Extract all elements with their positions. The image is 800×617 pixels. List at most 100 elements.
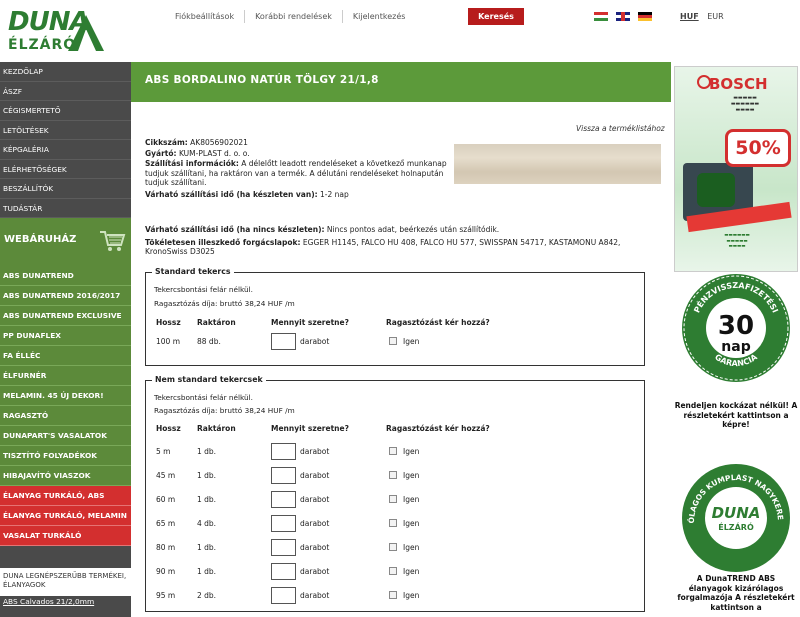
shop-item-dunaparts[interactable]: DUNAPART'S VASALATOK (0, 426, 131, 446)
col-qty: Mennyit szeretne? (271, 424, 349, 433)
sidebar-item-company[interactable]: CÉGISMERTETŐ (0, 101, 131, 121)
shop-item-fa-ellec[interactable]: FA ÉLLÉC (0, 346, 131, 366)
shop-item-turkalo-melamin[interactable]: ÉLANYAG TURKÁLÓ, MELAMIN (0, 506, 131, 526)
sidebar-item-knowledge[interactable]: TUDÁSTÁR (0, 199, 131, 218)
flag-germany-icon[interactable] (638, 12, 652, 21)
nav-account-settings[interactable]: Fiókbeállítások (165, 10, 246, 23)
shop-item-turkalo-vasalat[interactable]: VASALAT TURKÁLÓ (0, 526, 131, 546)
nav-logout[interactable]: Kijelentkezés (343, 10, 416, 23)
bosch-promo-banner[interactable]: BOSCH ▬▬▬▬▬ ▬▬▬▬▬▬ ▬▬▬▬ 50% ▬▬▬▬▬▬ ▬▬▬▬▬ ▬▬▬… (674, 66, 798, 272)
shop-item-ragaszto[interactable]: RAGASZTÓ (0, 406, 131, 426)
shipping-label: Szállítási információk: (145, 159, 239, 169)
glue-checkbox[interactable] (389, 543, 397, 551)
flag-hungary-icon[interactable] (594, 12, 608, 21)
chips-label: Tökéletesen illeszkedő forgácslapok: (145, 237, 301, 247)
row-unit: darabot (300, 495, 330, 504)
shop-item-tisztito[interactable]: TISZTÍTÓ FOLYADÉKOK (0, 446, 131, 466)
sidebar-item-suppliers[interactable]: BESZÁLLÍTÓK (0, 179, 131, 199)
ship-no-stock-label: Várható szállítási idő (ha nincs készlet… (145, 225, 325, 234)
shop-item-abs-dunatrend[interactable]: ABS DUNATREND (0, 266, 131, 286)
account-nav: Fiókbeállítások Korábbi rendelések Kijel… (165, 10, 415, 23)
row-stock: 1 db. (197, 447, 217, 456)
row-length: 80 m (156, 543, 176, 552)
currency-switcher: HUF EUR (680, 12, 724, 21)
row-stock: 88 db. (197, 337, 221, 346)
sidebar-item-terms[interactable]: ÁSZF (0, 82, 131, 101)
bosch-brand: BOSCH (709, 75, 768, 93)
quantity-input[interactable] (271, 515, 296, 532)
quantity-input[interactable] (271, 563, 296, 580)
sidebar-item-home[interactable]: KEZDŐLAP (0, 62, 131, 82)
glue-checkbox[interactable] (389, 495, 397, 503)
product-sample-image (454, 144, 661, 184)
standard-note-2: Ragasztózás díja: bruttó 38,24 HUF /m (154, 299, 295, 308)
sidebar: KEZDŐLAP ÁSZF CÉGISMERTETŐ LETÖLTÉSEK KÉ… (0, 62, 131, 617)
shop-item-elfurner[interactable]: ÉLFURNÉR (0, 366, 131, 386)
row-length: 95 m (156, 591, 176, 600)
search-button[interactable]: Keresés (468, 8, 524, 25)
product-info-extra: Várható szállítási idő (ha nincs készlet… (145, 225, 660, 257)
nonstandard-note-1: Tekercsbontási felár nélkül. (154, 393, 254, 402)
standard-note-1: Tekercsbontási felár nélkül. (154, 285, 254, 294)
sidebar-item-gallery[interactable]: KÉPGALÉRIA (0, 140, 131, 160)
back-to-list-link[interactable]: Vissza a terméklistához (576, 124, 665, 133)
shop-item-viaszok[interactable]: HIBAJAVÍTÓ VIASZOK (0, 466, 131, 486)
quantity-input[interactable] (271, 333, 296, 350)
badge1-center: 30 (718, 311, 754, 341)
glue-checkbox[interactable] (389, 591, 397, 599)
badge1-caption[interactable]: Rendeljen kockázat nélkül! A részletekér… (674, 401, 798, 430)
language-switcher (594, 12, 652, 21)
flag-uk-icon[interactable] (616, 12, 630, 21)
sidebar-item-downloads[interactable]: LETÖLTÉSEK (0, 121, 131, 140)
currency-eur[interactable]: EUR (707, 12, 723, 21)
glue-label: Igen (403, 543, 420, 552)
glue-checkbox[interactable] (389, 447, 397, 455)
standard-roll-section: Standard tekercs Tekercsbontási felár né… (145, 267, 645, 366)
row-stock: 1 db. (197, 543, 217, 552)
glue-checkbox[interactable] (389, 471, 397, 479)
col-stock: Raktáron (197, 424, 236, 433)
right-sidebar: BOSCH ▬▬▬▬▬ ▬▬▬▬▬▬ ▬▬▬▬ 50% ▬▬▬▬▬▬ ▬▬▬▬▬ ▬▬▬… (672, 62, 800, 617)
sidebar-item-contact[interactable]: ELÉRHETŐSÉGEK (0, 160, 131, 179)
ship-no-stock-value: Nincs pontos adat, beérkezés után szállí… (326, 225, 500, 234)
logo-swoosh-icon (68, 15, 104, 51)
glue-label: Igen (403, 471, 420, 480)
glue-checkbox[interactable] (389, 567, 397, 575)
product-info: Cikkszám: AK8056902021 Gyártó: KUM-PLAST… (145, 138, 450, 201)
standard-roll-legend: Standard tekercs (152, 267, 234, 276)
quantity-input[interactable] (271, 587, 296, 604)
nonstandard-roll-section: Nem standard tekercsek Tekercsbontási fe… (145, 375, 645, 612)
row-stock: 1 db. (197, 495, 217, 504)
sku-value: AK8056902021 (190, 138, 248, 147)
exclusive-distributor-icon[interactable]: KIZÁRÓLAGOS KUMPLAST NAGYKERESKEDŐ DUNA … (680, 462, 792, 574)
quantity-input[interactable] (271, 539, 296, 556)
popular-item[interactable]: ABS Calvados 21/2,0mm (0, 596, 131, 608)
row-stock: 1 db. (197, 567, 217, 576)
maker-label: Gyártó: (145, 148, 177, 158)
shop-item-abs-dunatrend-2016[interactable]: ABS DUNATREND 2016/2017 (0, 286, 131, 306)
logo[interactable]: DUNA ÉLZÁRÓ (6, 7, 106, 57)
shop-item-pp-dunaflex[interactable]: PP DUNAFLEX (0, 326, 131, 346)
badge2-center-top: DUNA (712, 504, 761, 522)
quantity-input[interactable] (271, 467, 296, 484)
sku-label: Cikkszám: (145, 138, 188, 147)
nav-previous-orders[interactable]: Korábbi rendelések (245, 10, 343, 23)
quantity-input[interactable] (271, 491, 296, 508)
webshop-header[interactable]: WEBÁRUHÁZ (0, 218, 131, 266)
nonstandard-note-2: Ragasztózás díja: bruttó 38,24 HUF /m (154, 406, 295, 415)
ship-in-stock-value: 1-2 nap (320, 189, 349, 199)
glue-checkbox[interactable] (389, 519, 397, 527)
ship-in-stock-label: Várható szállítási idő (ha készleten van… (145, 189, 318, 199)
currency-huf[interactable]: HUF (680, 12, 699, 21)
shop-item-abs-exclusive[interactable]: ABS DUNATREND EXCLUSIVE (0, 306, 131, 326)
maker-value: KUM-PLAST d. o. o. (178, 148, 250, 158)
money-back-guarantee-icon[interactable]: PÉNZVISSZAFIZETÉSI GARANCIA 30 nap (680, 272, 792, 384)
glue-checkbox[interactable] (389, 337, 397, 345)
popular-products-title: DUNA LEGNÉPSZERŰBB TERMÉKEI, ÉLANYAGOK (0, 568, 131, 596)
shop-item-turkalo-abs[interactable]: ÉLANYAG TURKÁLÓ, ABS (0, 486, 131, 506)
quantity-input[interactable] (271, 443, 296, 460)
row-unit: darabot (300, 337, 330, 346)
glue-label: Igen (403, 519, 420, 528)
shop-item-melamin[interactable]: MELAMIN. 45 ÚJ DEKOR! (0, 386, 131, 406)
badge2-caption[interactable]: A DunaTREND ABS élanyagok kizárólagos fo… (674, 574, 798, 612)
